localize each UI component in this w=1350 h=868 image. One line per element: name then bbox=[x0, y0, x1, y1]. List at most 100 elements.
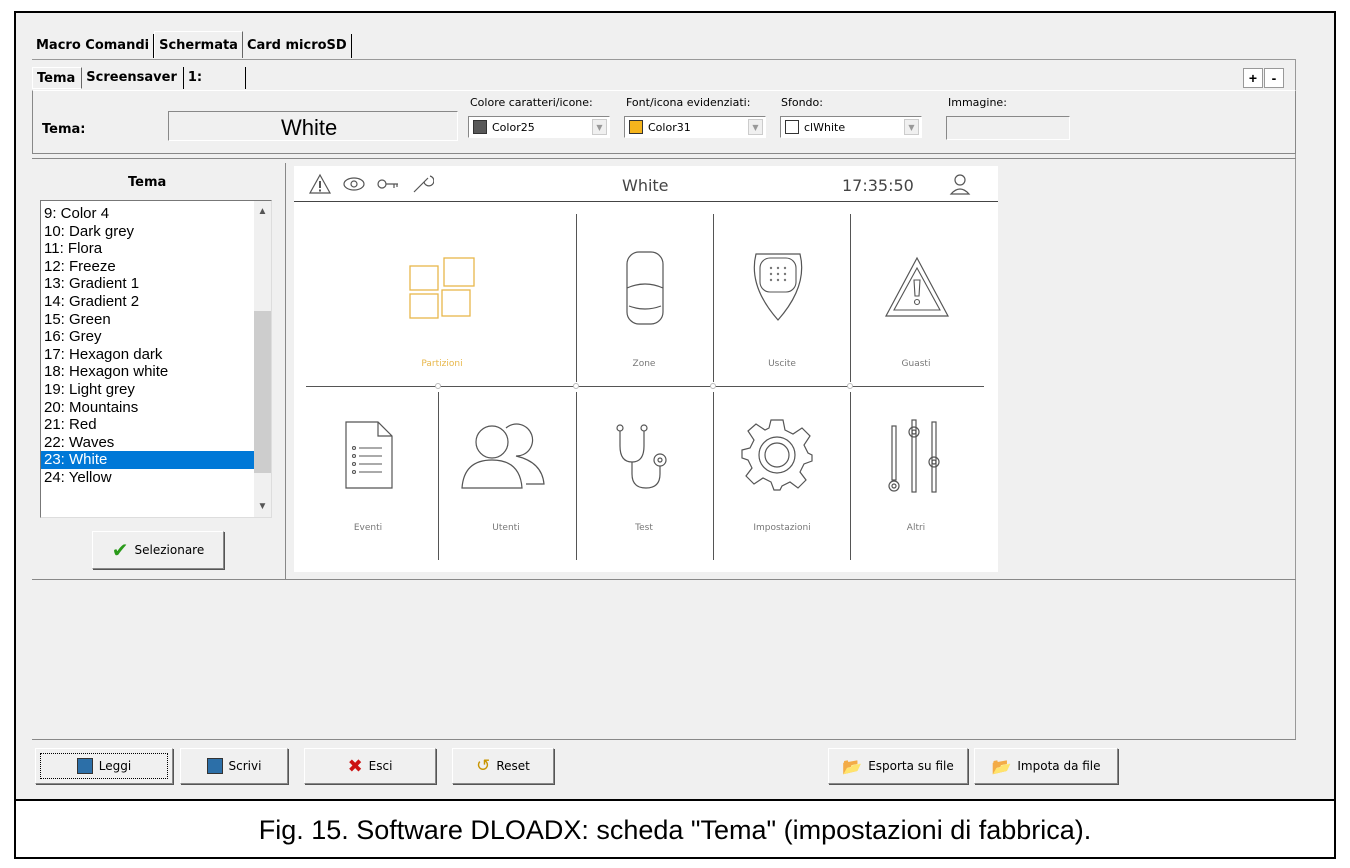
list-item[interactable]: 11: Flora bbox=[41, 240, 255, 258]
list-item[interactable]: 15: Green bbox=[41, 311, 255, 329]
checkmark-icon: ✔ bbox=[111, 538, 129, 562]
folder-import-icon: 📂 bbox=[991, 756, 1012, 776]
grid-dot bbox=[710, 383, 716, 389]
select-theme-button[interactable]: ✔ Selezionare bbox=[92, 531, 224, 569]
grid-dot bbox=[573, 383, 579, 389]
tab-screen-1[interactable]: 1: bbox=[184, 67, 246, 89]
chevron-down-icon[interactable]: ▼ bbox=[904, 119, 919, 135]
list-item[interactable]: 20: Mountains bbox=[41, 399, 255, 417]
figure-caption: Fig. 15. Software DLOADX: scheda "Tema" … bbox=[258, 815, 1092, 845]
list-item[interactable]: 12: Freeze bbox=[41, 258, 255, 276]
list-item[interactable]: 18: Hexagon white bbox=[41, 363, 255, 381]
add-screen-button[interactable]: + bbox=[1243, 68, 1263, 88]
preview-clock: 17:35:50 bbox=[842, 176, 914, 195]
tile-uscite-label[interactable]: Uscite bbox=[722, 359, 842, 369]
scrollbar[interactable]: ▲ ▼ bbox=[254, 201, 271, 517]
sliders-icon[interactable] bbox=[884, 418, 950, 496]
text-color-label: Colore caratteri/icone: bbox=[470, 96, 593, 109]
tile-zone-label[interactable]: Zone bbox=[584, 359, 704, 369]
reset-icon: ↺ bbox=[476, 756, 491, 776]
list-item[interactable]: 21: Red bbox=[41, 416, 255, 434]
tile-eventi-label[interactable]: Eventi bbox=[308, 523, 428, 533]
folder-export-icon: 📂 bbox=[842, 756, 863, 776]
list-item[interactable]: 24: Yellow bbox=[41, 469, 255, 487]
service-icon bbox=[413, 175, 434, 193]
calculator-icon bbox=[76, 758, 93, 774]
eye-icon bbox=[343, 177, 365, 191]
background-label: Sfondo: bbox=[781, 96, 823, 109]
gear-icon[interactable] bbox=[740, 418, 814, 492]
partitions-icon[interactable] bbox=[408, 256, 478, 322]
background-select[interactable]: clWhite ▼ bbox=[780, 116, 922, 138]
import-button-label: Impota da file bbox=[1017, 759, 1101, 773]
list-item[interactable]: 22: Waves bbox=[41, 434, 255, 452]
scroll-thumb[interactable] bbox=[254, 311, 271, 473]
export-file-button[interactable]: 📂 Esporta su file bbox=[828, 748, 968, 784]
list-item[interactable]: 23: White bbox=[41, 451, 255, 469]
export-button-label: Esporta su file bbox=[868, 759, 954, 773]
reset-button-label: Reset bbox=[496, 759, 530, 773]
import-file-button[interactable]: 📂 Impota da file bbox=[974, 748, 1118, 784]
theme-list[interactable]: 9: Color 4 10: Dark grey 11: Flora 12: Free… bbox=[40, 200, 272, 518]
tab-macro-comandi[interactable]: Macro Comandi bbox=[32, 34, 155, 58]
reset-button[interactable]: ↺ Reset bbox=[452, 748, 554, 784]
exit-button-label: Esci bbox=[368, 759, 393, 773]
tile-impostazioni-label[interactable]: Impostazioni bbox=[722, 523, 842, 533]
keypad-output-icon[interactable] bbox=[746, 250, 810, 322]
read-button[interactable]: Leggi bbox=[35, 748, 173, 784]
alarm-warning-icon bbox=[308, 173, 332, 194]
stethoscope-icon[interactable] bbox=[612, 422, 682, 494]
calculator-icon bbox=[206, 758, 223, 774]
grid-line bbox=[713, 214, 714, 382]
grid-line bbox=[438, 392, 439, 560]
list-item[interactable]: 9: Color 4 bbox=[41, 205, 255, 223]
key-icon bbox=[377, 179, 398, 189]
users-icon[interactable] bbox=[458, 422, 548, 492]
tile-guasti-label[interactable]: Guasti bbox=[856, 359, 976, 369]
tile-test-label[interactable]: Test bbox=[584, 523, 704, 533]
chevron-down-icon[interactable]: ▼ bbox=[748, 119, 763, 135]
text-color-value: Color25 bbox=[492, 121, 535, 134]
theme-list-items: 9: Color 4 10: Dark grey 11: Flora 12: Free… bbox=[41, 205, 255, 487]
exit-button[interactable]: ✖ Esci bbox=[304, 748, 436, 784]
list-item[interactable]: 10: Dark grey bbox=[41, 223, 255, 241]
user-icon bbox=[949, 174, 971, 195]
tab-screensaver[interactable]: Screensaver bbox=[82, 67, 184, 89]
grid-line bbox=[850, 392, 851, 560]
chevron-down-icon[interactable]: ▼ bbox=[592, 119, 607, 135]
remove-screen-button[interactable]: - bbox=[1264, 68, 1284, 88]
background-swatch bbox=[785, 120, 799, 134]
list-item[interactable]: 14: Gradient 2 bbox=[41, 293, 255, 311]
tab-schermata[interactable]: Schermata bbox=[154, 31, 243, 58]
trouble-warning-icon[interactable] bbox=[882, 254, 952, 320]
close-icon: ✖ bbox=[347, 755, 363, 777]
tile-partizioni-label[interactable]: Partizioni bbox=[382, 359, 502, 369]
scroll-down-icon[interactable]: ▼ bbox=[254, 498, 271, 515]
highlight-color-label: Font/icona evidenziati: bbox=[626, 96, 751, 109]
text-color-swatch bbox=[473, 120, 487, 134]
grid-line bbox=[850, 214, 851, 382]
tile-altri-label[interactable]: Altri bbox=[856, 523, 976, 533]
theme-name-field[interactable]: White bbox=[168, 111, 458, 141]
grid-line bbox=[576, 392, 577, 560]
button-bar-divider bbox=[32, 739, 1296, 740]
list-item[interactable]: 13: Gradient 1 bbox=[41, 275, 255, 293]
motion-detector-icon[interactable] bbox=[623, 250, 667, 326]
main-tabs: Macro Comandi Schermata Card microSD bbox=[32, 31, 352, 60]
tab-tema[interactable]: Tema bbox=[32, 67, 83, 89]
text-color-select[interactable]: Color25 ▼ bbox=[468, 116, 610, 138]
list-item[interactable]: 16: Grey bbox=[41, 328, 255, 346]
tile-utenti-label[interactable]: Utenti bbox=[446, 523, 566, 533]
preview-title: White bbox=[622, 176, 669, 195]
list-item[interactable]: 19: Light grey bbox=[41, 381, 255, 399]
list-item[interactable]: 17: Hexagon dark bbox=[41, 346, 255, 364]
highlight-color-swatch bbox=[629, 120, 643, 134]
image-field[interactable] bbox=[946, 116, 1070, 140]
events-log-icon[interactable] bbox=[344, 420, 394, 490]
tab-card-microsd[interactable]: Card microSD bbox=[243, 34, 352, 58]
grid-dot bbox=[435, 383, 441, 389]
scroll-up-icon[interactable]: ▲ bbox=[254, 203, 271, 220]
highlight-color-select[interactable]: Color31 ▼ bbox=[624, 116, 766, 138]
write-button[interactable]: Scrivi bbox=[180, 748, 288, 784]
theme-list-title: Tema bbox=[128, 175, 167, 190]
